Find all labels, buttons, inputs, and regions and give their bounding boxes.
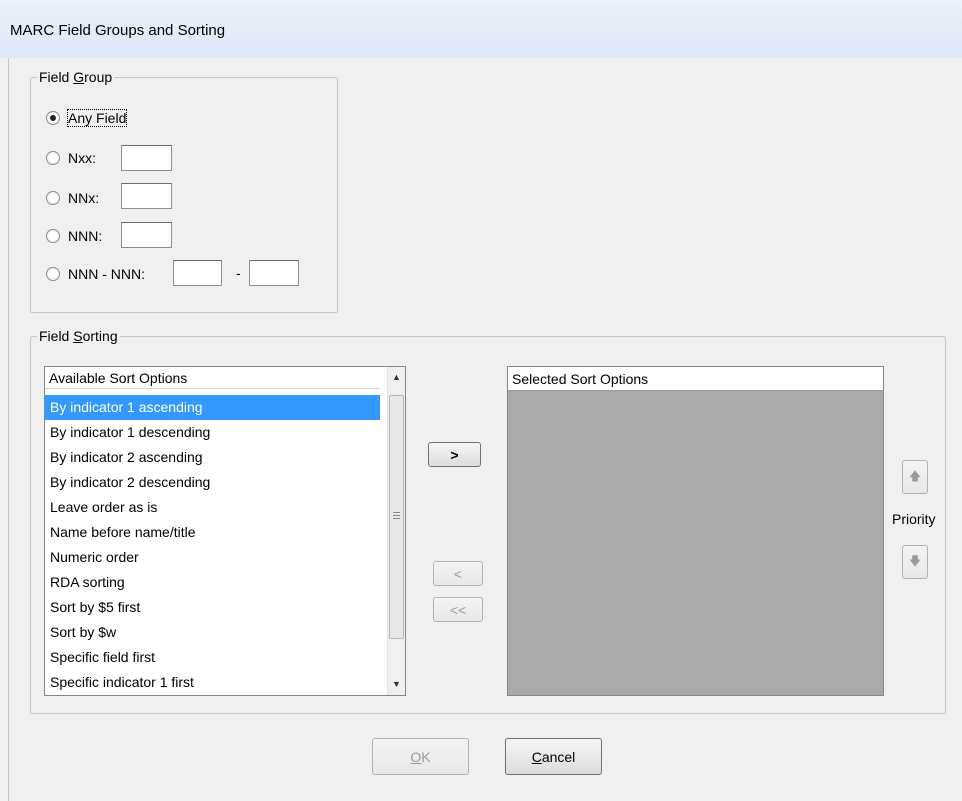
- list-item[interactable]: RDA sorting: [45, 570, 380, 595]
- scroll-thumb[interactable]: [389, 395, 404, 639]
- list-item[interactable]: Numeric order: [45, 545, 380, 570]
- vertical-scrollbar[interactable]: ▲ ▼: [387, 367, 405, 695]
- arrow-up-icon: 🡅: [908, 468, 922, 483]
- radio-nxx[interactable]: Nxx:: [46, 146, 96, 170]
- list-item[interactable]: By indicator 1 ascending: [45, 395, 380, 420]
- range-start-input[interactable]: [173, 260, 222, 286]
- list-item[interactable]: By indicator 1 descending: [45, 420, 380, 445]
- range-end-input[interactable]: [249, 260, 299, 286]
- available-sort-options-list[interactable]: Available Sort Options By indicator 1 as…: [44, 366, 406, 696]
- radio-button[interactable]: [46, 267, 60, 281]
- scroll-down-icon[interactable]: ▼: [388, 676, 405, 693]
- list-item[interactable]: Name before name/title: [45, 520, 380, 545]
- radio-label: NNN - NNN:: [68, 266, 145, 282]
- list-item[interactable]: By indicator 2 descending: [45, 470, 380, 495]
- title-bar: MARC Field Groups and Sorting: [0, 0, 962, 58]
- add-sort-option-button[interactable]: >: [428, 442, 481, 467]
- selected-list-header: Selected Sort Options: [508, 367, 883, 391]
- radio-button[interactable]: [46, 191, 60, 205]
- remove-all-sort-options-button[interactable]: <<: [433, 597, 483, 622]
- range-separator: -: [236, 265, 241, 281]
- ok-button[interactable]: OK: [372, 738, 469, 775]
- window-title: MARC Field Groups and Sorting: [10, 22, 226, 39]
- radio-label: Any Field: [66, 109, 128, 127]
- radio-any-field[interactable]: Any Field: [46, 106, 128, 130]
- field-group-legend: Field Group: [39, 69, 113, 85]
- cancel-button[interactable]: Cancel: [505, 738, 602, 775]
- available-list-header: Available Sort Options: [45, 367, 380, 389]
- remove-sort-option-button[interactable]: <: [433, 561, 483, 586]
- nnn-input[interactable]: [121, 222, 172, 248]
- radio-label: NNN:: [68, 228, 103, 244]
- radio-nnn-range[interactable]: NNN - NNN:: [46, 262, 145, 286]
- nxx-input[interactable]: [121, 145, 172, 171]
- radio-label: NNx:: [68, 190, 100, 206]
- list-item[interactable]: Leave order as is: [45, 495, 380, 520]
- field-sorting-legend: Field Sorting: [39, 328, 118, 344]
- list-item[interactable]: Sort by $w: [45, 620, 380, 645]
- priority-down-button[interactable]: 🡇: [902, 545, 928, 579]
- nnx-input[interactable]: [121, 183, 172, 209]
- radio-button[interactable]: [46, 229, 60, 243]
- scroll-up-icon[interactable]: ▲: [388, 369, 405, 386]
- selected-sort-options-list[interactable]: Selected Sort Options: [507, 366, 884, 696]
- radio-nnx[interactable]: NNx:: [46, 186, 99, 210]
- list-item[interactable]: Specific indicator 1 first: [45, 670, 380, 695]
- list-item[interactable]: By indicator 2 ascending: [45, 445, 380, 470]
- list-item[interactable]: Specific field first: [45, 645, 380, 670]
- priority-label: Priority: [892, 511, 936, 527]
- radio-label: Nxx:: [68, 150, 96, 166]
- priority-up-button[interactable]: 🡅: [902, 460, 928, 494]
- radio-button[interactable]: [46, 111, 60, 125]
- radio-button[interactable]: [46, 151, 60, 165]
- arrow-down-icon: 🡇: [908, 553, 922, 568]
- radio-nnn[interactable]: NNN:: [46, 224, 102, 248]
- list-item[interactable]: Sort by $5 first: [45, 595, 380, 620]
